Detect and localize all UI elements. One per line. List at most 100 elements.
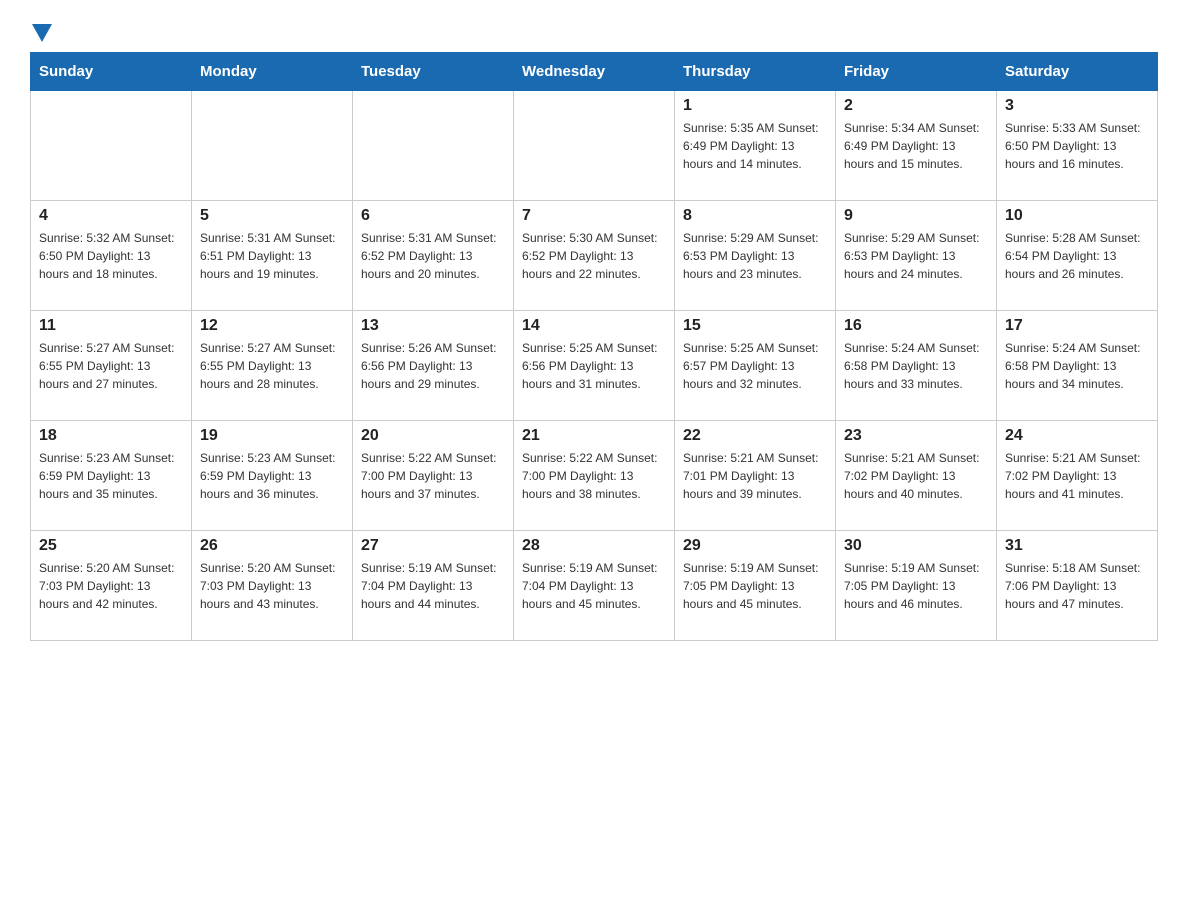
day-info: Sunrise: 5:24 AM Sunset: 6:58 PM Dayligh… xyxy=(1005,339,1149,393)
day-number: 20 xyxy=(361,427,505,445)
day-number: 31 xyxy=(1005,537,1149,555)
calendar-week-5: 25 Sunrise: 5:20 AM Sunset: 7:03 PM Dayli… xyxy=(31,531,1158,641)
day-info: Sunrise: 5:19 AM Sunset: 7:05 PM Dayligh… xyxy=(683,559,827,613)
calendar-cell: 7 Sunrise: 5:30 AM Sunset: 6:52 PM Daylig… xyxy=(514,201,675,311)
day-number: 12 xyxy=(200,317,344,335)
calendar-week-1: 1 Sunrise: 5:35 AM Sunset: 6:49 PM Daylig… xyxy=(31,91,1158,201)
day-number: 17 xyxy=(1005,317,1149,335)
day-number: 8 xyxy=(683,207,827,225)
calendar-cell xyxy=(192,91,353,201)
calendar-cell: 21Sunrise: 5:22 AM Sunset: 7:00 PM Dayli… xyxy=(514,421,675,531)
calendar-cell: 22Sunrise: 5:21 AM Sunset: 7:01 PM Dayli… xyxy=(675,421,836,531)
logo xyxy=(30,20,52,42)
calendar-cell: 15 Sunrise: 5:25 AM Sunset: 6:57 PM Dayli… xyxy=(675,311,836,421)
day-info: Sunrise: 5:32 AM Sunset: 6:50 PM Dayligh… xyxy=(39,229,183,283)
calendar-cell: 3 Sunrise: 5:33 AM Sunset: 6:50 PM Daylig… xyxy=(997,91,1158,201)
calendar-table: SundayMondayTuesdayWednesdayThursdayFrid… xyxy=(30,52,1158,641)
day-number: 18 xyxy=(39,427,183,445)
calendar-cell: 28Sunrise: 5:19 AM Sunset: 7:04 PM Dayli… xyxy=(514,531,675,641)
calendar-cell xyxy=(514,91,675,201)
weekday-header-saturday: Saturday xyxy=(997,53,1158,91)
day-number: 28 xyxy=(522,537,666,555)
day-info: Sunrise: 5:30 AM Sunset: 6:52 PM Dayligh… xyxy=(522,229,666,283)
day-info: Sunrise: 5:20 AM Sunset: 7:03 PM Dayligh… xyxy=(200,559,344,613)
day-number: 26 xyxy=(200,537,344,555)
day-number: 6 xyxy=(361,207,505,225)
weekday-header-wednesday: Wednesday xyxy=(514,53,675,91)
calendar-cell: 9 Sunrise: 5:29 AM Sunset: 6:53 PM Daylig… xyxy=(836,201,997,311)
calendar-cell: 10Sunrise: 5:28 AM Sunset: 6:54 PM Dayli… xyxy=(997,201,1158,311)
calendar-cell: 11 Sunrise: 5:27 AM Sunset: 6:55 PM Dayli… xyxy=(31,311,192,421)
calendar-cell: 6 Sunrise: 5:31 AM Sunset: 6:52 PM Daylig… xyxy=(353,201,514,311)
calendar-cell: 30 Sunrise: 5:19 AM Sunset: 7:05 PM Dayli… xyxy=(836,531,997,641)
calendar-cell: 20 Sunrise: 5:22 AM Sunset: 7:00 PM Dayli… xyxy=(353,421,514,531)
day-number: 1 xyxy=(683,97,827,115)
calendar-cell xyxy=(353,91,514,201)
day-info: Sunrise: 5:25 AM Sunset: 6:57 PM Dayligh… xyxy=(683,339,827,393)
weekday-header-sunday: Sunday xyxy=(31,53,192,91)
day-number: 19 xyxy=(200,427,344,445)
calendar-week-2: 4 Sunrise: 5:32 AM Sunset: 6:50 PM Daylig… xyxy=(31,201,1158,311)
page-header xyxy=(30,20,1158,42)
day-info: Sunrise: 5:29 AM Sunset: 6:53 PM Dayligh… xyxy=(683,229,827,283)
day-number: 25 xyxy=(39,537,183,555)
day-info: Sunrise: 5:31 AM Sunset: 6:51 PM Dayligh… xyxy=(200,229,344,283)
logo-triangle-icon xyxy=(32,24,52,42)
day-number: 13 xyxy=(361,317,505,335)
day-info: Sunrise: 5:34 AM Sunset: 6:49 PM Dayligh… xyxy=(844,119,988,173)
day-info: Sunrise: 5:23 AM Sunset: 6:59 PM Dayligh… xyxy=(39,449,183,503)
calendar-cell: 23 Sunrise: 5:21 AM Sunset: 7:02 PM Dayli… xyxy=(836,421,997,531)
calendar-header-row: SundayMondayTuesdayWednesdayThursdayFrid… xyxy=(31,53,1158,91)
day-info: Sunrise: 5:19 AM Sunset: 7:05 PM Dayligh… xyxy=(844,559,988,613)
day-number: 11 xyxy=(39,317,183,335)
calendar-week-3: 11 Sunrise: 5:27 AM Sunset: 6:55 PM Dayli… xyxy=(31,311,1158,421)
weekday-header-tuesday: Tuesday xyxy=(353,53,514,91)
day-number: 29 xyxy=(683,537,827,555)
weekday-header-friday: Friday xyxy=(836,53,997,91)
calendar-cell: 19 Sunrise: 5:23 AM Sunset: 6:59 PM Dayli… xyxy=(192,421,353,531)
day-info: Sunrise: 5:31 AM Sunset: 6:52 PM Dayligh… xyxy=(361,229,505,283)
day-number: 14 xyxy=(522,317,666,335)
day-number: 15 xyxy=(683,317,827,335)
day-number: 7 xyxy=(522,207,666,225)
day-number: 27 xyxy=(361,537,505,555)
calendar-cell: 2 Sunrise: 5:34 AM Sunset: 6:49 PM Daylig… xyxy=(836,91,997,201)
day-number: 2 xyxy=(844,97,988,115)
calendar-cell xyxy=(31,91,192,201)
day-number: 23 xyxy=(844,427,988,445)
day-info: Sunrise: 5:21 AM Sunset: 7:02 PM Dayligh… xyxy=(844,449,988,503)
calendar-cell: 18 Sunrise: 5:23 AM Sunset: 6:59 PM Dayli… xyxy=(31,421,192,531)
calendar-cell: 13 Sunrise: 5:26 AM Sunset: 6:56 PM Dayli… xyxy=(353,311,514,421)
day-info: Sunrise: 5:24 AM Sunset: 6:58 PM Dayligh… xyxy=(844,339,988,393)
calendar-cell: 25 Sunrise: 5:20 AM Sunset: 7:03 PM Dayli… xyxy=(31,531,192,641)
day-info: Sunrise: 5:25 AM Sunset: 6:56 PM Dayligh… xyxy=(522,339,666,393)
calendar-week-4: 18 Sunrise: 5:23 AM Sunset: 6:59 PM Dayli… xyxy=(31,421,1158,531)
calendar-cell: 24 Sunrise: 5:21 AM Sunset: 7:02 PM Dayli… xyxy=(997,421,1158,531)
day-number: 3 xyxy=(1005,97,1149,115)
calendar-cell: 1 Sunrise: 5:35 AM Sunset: 6:49 PM Daylig… xyxy=(675,91,836,201)
day-number: 4 xyxy=(39,207,183,225)
day-info: Sunrise: 5:26 AM Sunset: 6:56 PM Dayligh… xyxy=(361,339,505,393)
day-info: Sunrise: 5:35 AM Sunset: 6:49 PM Dayligh… xyxy=(683,119,827,173)
day-info: Sunrise: 5:29 AM Sunset: 6:53 PM Dayligh… xyxy=(844,229,988,283)
day-info: Sunrise: 5:27 AM Sunset: 6:55 PM Dayligh… xyxy=(39,339,183,393)
day-number: 30 xyxy=(844,537,988,555)
day-info: Sunrise: 5:33 AM Sunset: 6:50 PM Dayligh… xyxy=(1005,119,1149,173)
day-number: 24 xyxy=(1005,427,1149,445)
weekday-header-thursday: Thursday xyxy=(675,53,836,91)
day-info: Sunrise: 5:19 AM Sunset: 7:04 PM Dayligh… xyxy=(361,559,505,613)
day-info: Sunrise: 5:20 AM Sunset: 7:03 PM Dayligh… xyxy=(39,559,183,613)
calendar-cell: 29 Sunrise: 5:19 AM Sunset: 7:05 PM Dayli… xyxy=(675,531,836,641)
day-number: 22 xyxy=(683,427,827,445)
day-info: Sunrise: 5:22 AM Sunset: 7:00 PM Dayligh… xyxy=(361,449,505,503)
day-number: 9 xyxy=(844,207,988,225)
calendar-cell: 26 Sunrise: 5:20 AM Sunset: 7:03 PM Dayli… xyxy=(192,531,353,641)
calendar-cell: 8 Sunrise: 5:29 AM Sunset: 6:53 PM Daylig… xyxy=(675,201,836,311)
day-number: 5 xyxy=(200,207,344,225)
day-info: Sunrise: 5:27 AM Sunset: 6:55 PM Dayligh… xyxy=(200,339,344,393)
calendar-cell: 31Sunrise: 5:18 AM Sunset: 7:06 PM Dayli… xyxy=(997,531,1158,641)
day-info: Sunrise: 5:23 AM Sunset: 6:59 PM Dayligh… xyxy=(200,449,344,503)
calendar-cell: 4 Sunrise: 5:32 AM Sunset: 6:50 PM Daylig… xyxy=(31,201,192,311)
calendar-cell: 27 Sunrise: 5:19 AM Sunset: 7:04 PM Dayli… xyxy=(353,531,514,641)
day-info: Sunrise: 5:21 AM Sunset: 7:02 PM Dayligh… xyxy=(1005,449,1149,503)
